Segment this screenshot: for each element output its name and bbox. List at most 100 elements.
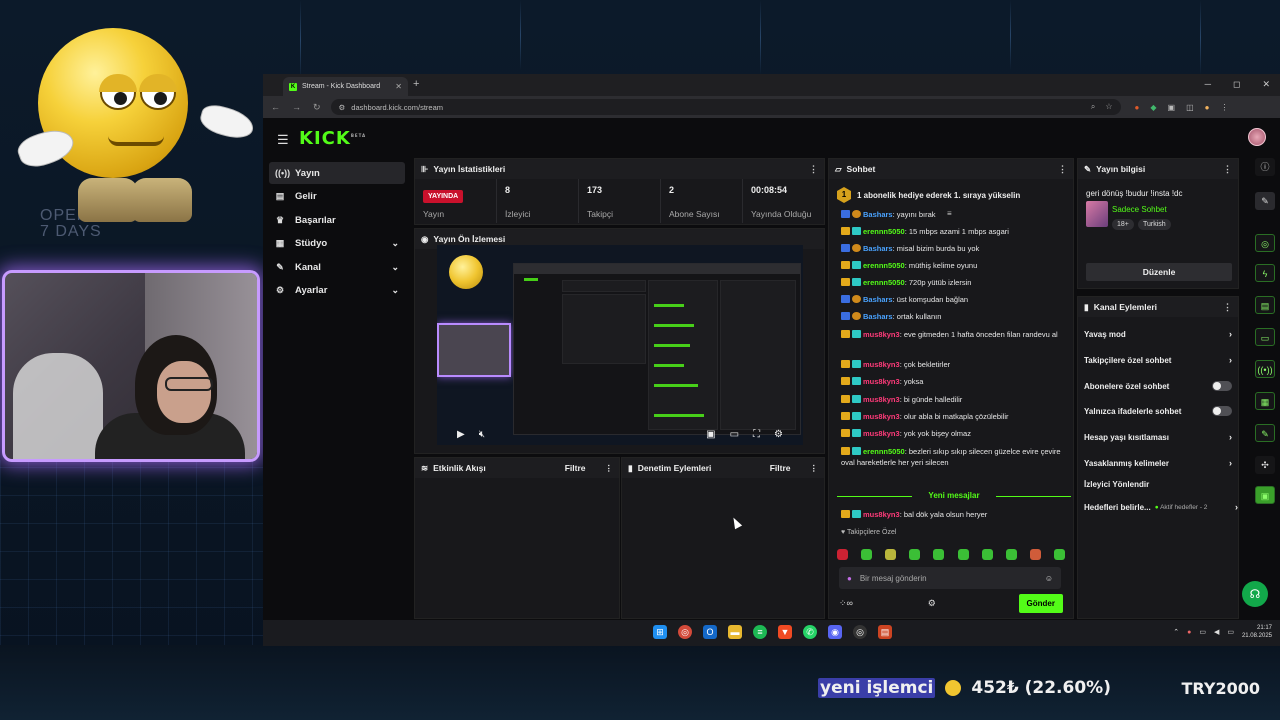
emote[interactable] — [885, 549, 897, 560]
back-icon[interactable]: ← — [271, 102, 280, 113]
followers-only-item[interactable]: Takipçilere özel sohbet › — [1084, 355, 1232, 365]
emote[interactable] — [837, 549, 848, 560]
microphone-icon[interactable]: ● — [1187, 629, 1191, 636]
wrench-icon[interactable]: ✎ — [1255, 424, 1275, 442]
chat-username[interactable]: Bashars — [863, 295, 893, 304]
zoom-icon[interactable]: ⌕ — [1091, 102, 1095, 112]
mute-icon[interactable]: 🔇︎ — [479, 429, 485, 440]
chat-username[interactable]: erennn5050 — [863, 447, 905, 456]
edit-button[interactable]: Düzenle — [1086, 263, 1232, 281]
account-age-item[interactable]: Hesap yaşı kısıtlaması › — [1084, 432, 1232, 442]
chat-username[interactable]: Bashars — [863, 244, 893, 253]
browser-menu-icon[interactable]: ⋮ — [1221, 103, 1229, 112]
pinned-gift-banner[interactable]: 11 abonelik hediye ederek 1. sıraya yüks… — [837, 185, 1067, 205]
spotify-icon[interactable]: ≡ — [753, 625, 767, 639]
kick-logo[interactable]: KICKBETA — [299, 128, 366, 149]
profile-icon[interactable]: ● — [1205, 103, 1210, 112]
moderation-filter-button[interactable]: Filtre — [770, 463, 791, 473]
microphone-icon[interactable]: ● — [847, 574, 852, 583]
chat-username[interactable]: mus8kyn3 — [863, 412, 900, 421]
host-viewers-item[interactable]: İzleyici Yönlendir — [1084, 480, 1232, 489]
extensions-puzzle-icon[interactable]: ▣ — [1168, 103, 1176, 112]
emote[interactable] — [981, 549, 993, 560]
emote[interactable] — [1029, 549, 1041, 560]
emote[interactable] — [1053, 549, 1065, 560]
chat-username[interactable]: erennn5050 — [863, 278, 905, 287]
close-tab-icon[interactable]: ✕ — [395, 82, 402, 91]
info-icon[interactable]: ⓘ — [1255, 158, 1275, 176]
more-options-icon[interactable]: ⋮ — [1058, 164, 1067, 175]
app-icon[interactable]: ▤ — [878, 625, 892, 639]
theater-icon[interactable]: ▭ — [730, 429, 739, 440]
emote[interactable] — [909, 549, 921, 560]
brave-icon[interactable]: ▼ — [778, 625, 792, 639]
banned-words-item[interactable]: Yasaklanmış kelimeler › — [1084, 458, 1232, 468]
file-explorer-icon[interactable]: ▬ — [728, 625, 742, 639]
fullscreen-icon[interactable]: ⛶ — [753, 429, 760, 440]
chat-username[interactable]: mus8kyn3 — [863, 377, 900, 386]
chat-username[interactable]: erennn5050 — [863, 261, 905, 270]
nav-item-kanal[interactable]: ✎ Kanal ⌄ — [269, 256, 405, 278]
nav-item-studyo[interactable]: ▦ Stüdyo ⌄ — [269, 233, 405, 255]
nav-item-ayarlar[interactable]: ⚙ Ayarlar ⌄ — [269, 280, 405, 302]
emoji-picker-icon[interactable]: ☺ — [1045, 574, 1053, 583]
chat-username[interactable]: mus8kyn3 — [863, 360, 900, 369]
chat-username[interactable]: mus8kyn3 — [863, 330, 900, 339]
forward-icon[interactable]: → — [292, 102, 301, 113]
edit-icon[interactable]: ✎ — [1255, 192, 1275, 210]
storage-icon[interactable]: ▦ — [1255, 392, 1275, 410]
chat-username[interactable]: erennn5050 — [863, 227, 905, 236]
chat-input[interactable]: ● Bir mesaj gönderin ☺ — [839, 567, 1061, 589]
support-headset-icon[interactable]: ☊ — [1242, 581, 1268, 607]
extension-shield-icon[interactable]: ◆ — [1150, 103, 1156, 112]
outlook-icon[interactable]: O — [703, 625, 717, 639]
app-icon[interactable]: ▣ — [1255, 486, 1275, 504]
emote[interactable] — [1005, 549, 1017, 560]
subscribers-only-toggle[interactable] — [1212, 381, 1232, 391]
maximize-icon[interactable]: ◻ — [1233, 79, 1240, 90]
puzzle-icon[interactable]: ✣ — [1255, 456, 1275, 474]
record-icon[interactable]: ◎ — [1255, 234, 1275, 252]
menu-icon[interactable]: ☰ — [277, 132, 289, 148]
nav-item-basarilar[interactable]: ♛ Başarılar — [269, 209, 405, 231]
chat-settings-icon[interactable]: ⚙ — [928, 598, 936, 609]
more-options-icon[interactable]: ⋮ — [605, 463, 614, 474]
document-icon[interactable]: ▤ — [1255, 296, 1275, 314]
chat-bubble-icon[interactable]: ▭ — [1255, 328, 1275, 346]
volume-icon[interactable]: ◀ — [1214, 628, 1219, 636]
bookmark-star-icon[interactable]: ☆ — [1105, 102, 1112, 112]
minimize-icon[interactable]: ─ — [1205, 79, 1211, 90]
discord-icon[interactable]: ◉ — [828, 625, 842, 639]
reload-icon[interactable]: ↻ — [313, 102, 321, 113]
whatsapp-icon[interactable]: ✆ — [803, 625, 817, 639]
chat-username[interactable]: mus8kyn3 — [863, 395, 900, 404]
pip-icon[interactable]: ▣ — [706, 429, 715, 440]
nav-item-gelir[interactable]: ▤ Gelir — [269, 186, 405, 208]
battery-icon[interactable]: ▭ — [1227, 628, 1234, 636]
more-options-icon[interactable]: ⋮ — [809, 164, 818, 175]
new-tab-icon[interactable]: + — [413, 78, 419, 90]
windows-start-icon[interactable]: ⊞ — [653, 625, 667, 639]
slow-mode-item[interactable]: Yavaş mod › — [1084, 329, 1232, 339]
chat-username[interactable]: Bashars — [863, 210, 893, 219]
emote[interactable] — [861, 549, 873, 560]
more-options-icon[interactable]: ⋮ — [810, 463, 819, 474]
more-options-icon[interactable]: ⋮ — [1223, 164, 1232, 175]
chat-mode-icon[interactable]: ⁘∞ — [839, 598, 853, 609]
close-window-icon[interactable]: ✕ — [1262, 79, 1270, 90]
site-info-icon[interactable]: ⚙ — [339, 103, 346, 112]
lightning-icon[interactable]: ϟ — [1255, 264, 1275, 282]
sidebar-icon[interactable]: ◫ — [1186, 103, 1194, 112]
stream-preview-video[interactable]: ▶ 🔇︎ ▣ ▭ ⛶ ⚙ — [437, 245, 803, 445]
broadcast-icon[interactable]: ((•)) — [1255, 360, 1275, 378]
send-button[interactable]: Gönder — [1018, 593, 1063, 613]
chat-username[interactable]: mus8kyn3 — [863, 429, 900, 438]
more-options-icon[interactable]: ⋮ — [1223, 302, 1232, 313]
nav-item-yayin[interactable]: ((•)) Yayın — [269, 162, 405, 184]
emotes-only-toggle[interactable] — [1212, 406, 1232, 416]
emote[interactable] — [933, 549, 945, 560]
settings-icon[interactable]: ⚙ — [774, 429, 783, 440]
extension-icon[interactable]: ● — [1135, 103, 1140, 112]
url-field[interactable]: ⚙ dashboard.kick.com/stream ⌕ ☆ — [330, 99, 1121, 115]
play-icon[interactable]: ▶ — [457, 429, 465, 440]
